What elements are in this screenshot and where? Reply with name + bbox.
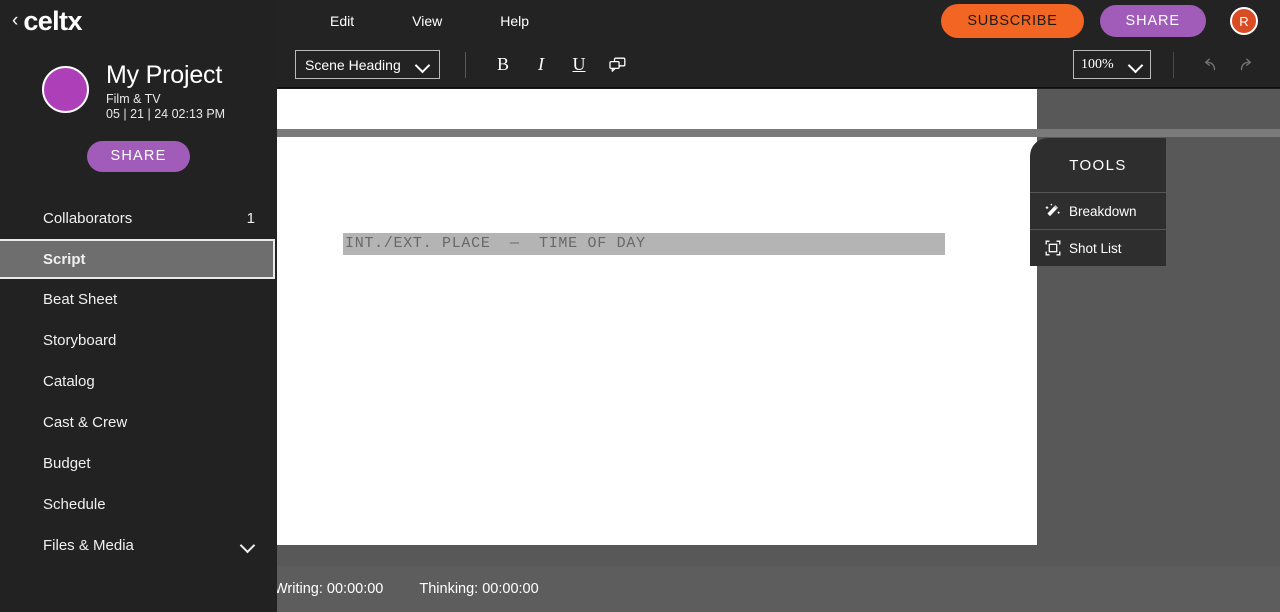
thinking-timer: Thinking: 00:00:00	[419, 581, 539, 597]
status-bar: Writing: 00:00:00 Thinking: 00:00:00	[262, 566, 1280, 612]
chevron-left-icon[interactable]: ‹	[12, 11, 18, 30]
project-date: 05 | 21 | 24 02:13 PM	[106, 107, 226, 122]
top-header-bar: Edit View Help SUBSCRIBE SHARE R	[277, 0, 1280, 42]
comment-bubbles-icon[interactable]	[602, 50, 632, 80]
share-button-sidebar[interactable]: SHARE	[86, 141, 191, 173]
element-type-select[interactable]: Scene Heading	[295, 50, 440, 79]
script-page[interactable]: INT./EXT. PLACE — TIME OF DAY	[277, 137, 1037, 545]
script-page-top	[277, 89, 1037, 129]
sidebar-item-label: Files & Media	[43, 537, 134, 555]
collaborators-count: 1	[246, 210, 255, 228]
sidebar-item-budget[interactable]: Budget	[0, 443, 277, 484]
left-sidebar: ‹ celtx My Project Film & TV 05 | 21 | 2…	[0, 0, 277, 612]
sidebar-nav: Collaborators 1 Script Beat Sheet Storyb…	[0, 198, 277, 566]
project-avatar[interactable]	[42, 66, 89, 113]
bold-button[interactable]: B	[488, 50, 518, 80]
sidebar-item-cast-crew[interactable]: Cast & Crew	[0, 402, 277, 443]
project-type: Film & TV	[106, 92, 161, 107]
menu-edit[interactable]: Edit	[320, 13, 364, 29]
sidebar-item-label: Storyboard	[43, 332, 117, 350]
sidebar-item-label: Budget	[43, 455, 91, 473]
sidebar-item-collaborators[interactable]: Collaborators 1	[0, 198, 277, 239]
sidebar-item-files-media[interactable]: Files & Media	[0, 525, 277, 566]
chevron-down-icon	[416, 58, 430, 72]
tools-item-breakdown[interactable]: Breakdown	[1030, 192, 1166, 229]
sidebar-item-label: Script	[43, 250, 86, 268]
page-break-divider	[277, 129, 1280, 137]
zoom-level-value: 100%	[1081, 56, 1114, 72]
formatting-toolbar: Scene Heading B I U 100%	[277, 42, 1280, 88]
project-meta: My Project Film & TV 05 | 21 | 24 02:13 …	[106, 61, 226, 122]
celtx-app-window: INT./EXT. PLACE — TIME OF DAY Edit View …	[0, 0, 1280, 612]
subscribe-button[interactable]: SUBSCRIBE	[941, 4, 1084, 38]
sidebar-share-wrap: SHARE	[0, 141, 277, 173]
brand-bar[interactable]: ‹ celtx	[0, 0, 277, 42]
project-summary: My Project Film & TV 05 | 21 | 24 02:13 …	[0, 42, 277, 121]
sidebar-item-label: Collaborators	[43, 210, 133, 228]
frame-brackets-icon	[1044, 240, 1061, 257]
tools-item-label: Shot List	[1069, 240, 1122, 256]
redo-arrow-icon[interactable]	[1232, 51, 1260, 79]
sidebar-item-storyboard[interactable]: Storyboard	[0, 320, 277, 361]
italic-button[interactable]: I	[526, 50, 556, 80]
user-avatar[interactable]: R	[1230, 7, 1258, 35]
writing-timer: Writing: 00:00:00	[274, 581, 384, 597]
tools-item-shot-list[interactable]: Shot List	[1030, 229, 1166, 266]
project-title: My Project	[106, 61, 223, 89]
share-button-header[interactable]: SHARE	[1099, 5, 1206, 37]
sidebar-item-beat-sheet[interactable]: Beat Sheet	[0, 279, 277, 320]
sidebar-item-label: Catalog	[43, 373, 95, 391]
sidebar-item-catalog[interactable]: Catalog	[0, 361, 277, 402]
undo-arrow-icon[interactable]	[1196, 51, 1224, 79]
sidebar-item-script[interactable]: Script	[0, 239, 275, 280]
zoom-level-select[interactable]: 100%	[1073, 50, 1151, 79]
chevron-down-icon	[1129, 58, 1143, 72]
menu-help[interactable]: Help	[490, 13, 539, 29]
scene-heading-placeholder[interactable]: INT./EXT. PLACE — TIME OF DAY	[343, 233, 945, 255]
tools-item-label: Breakdown	[1069, 203, 1137, 219]
brand-logo: celtx	[23, 5, 82, 36]
tools-panel: TOOLS Breakdown Shot List	[1030, 138, 1166, 266]
underline-button[interactable]: U	[564, 50, 594, 80]
menu-view[interactable]: View	[402, 13, 452, 29]
sidebar-item-label: Beat Sheet	[43, 291, 118, 309]
chevron-down-icon	[242, 539, 255, 552]
magic-wand-icon	[1044, 203, 1061, 220]
element-type-value: Scene Heading	[305, 56, 401, 73]
toolbar-divider-2	[1173, 51, 1174, 78]
toolbar-divider	[465, 51, 466, 78]
avatar-initial: R	[1239, 13, 1249, 29]
sidebar-item-schedule[interactable]: Schedule	[0, 484, 277, 525]
text-format-group: B I U	[488, 50, 640, 80]
sidebar-item-label: Cast & Crew	[43, 414, 128, 432]
sidebar-item-label: Schedule	[43, 496, 106, 514]
tools-panel-title: TOOLS	[1030, 138, 1166, 192]
